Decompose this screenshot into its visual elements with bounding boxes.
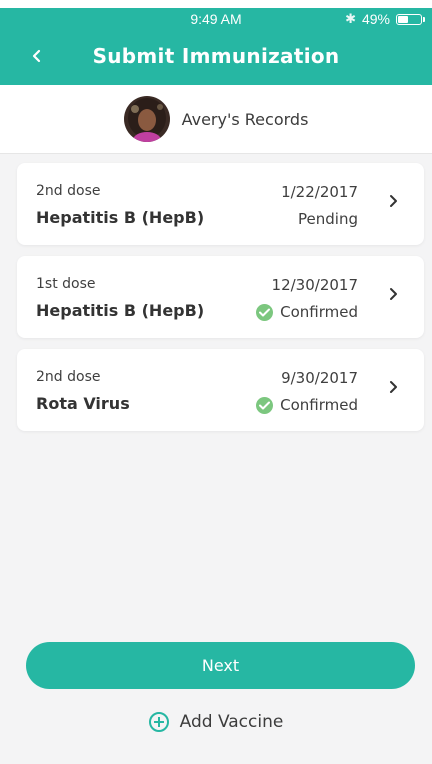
dose-label: 1st dose [36, 276, 96, 292]
page-title: Submit Immunization [92, 44, 340, 68]
record-date: 12/30/2017 [271, 276, 358, 294]
immunization-card[interactable]: 1st dose Hepatitis B (HepB) 12/30/2017 C… [17, 256, 424, 338]
app-header: 9:49 AM ✱ 49% Submit Immunization [0, 8, 432, 85]
add-vaccine-label: Add Vaccine [179, 712, 284, 732]
top-strip [0, 0, 432, 8]
status-text: Confirmed [280, 396, 358, 414]
immunization-card[interactable]: 2nd dose Hepatitis B (HepB) 1/22/2017 Pe… [17, 163, 424, 245]
avatar [123, 96, 170, 142]
profile-bar: Avery's Records [0, 85, 432, 154]
check-circle-icon [256, 396, 274, 414]
record-status: Confirmed [256, 303, 358, 321]
profile-name: Avery's Records [181, 109, 309, 129]
battery-fill [398, 15, 408, 23]
chevron-right-icon [390, 288, 397, 300]
check-circle-icon [256, 303, 274, 321]
vaccine-name: Rota Virus [36, 394, 130, 413]
record-status: Pending [298, 210, 358, 228]
status-indicators: ✱ 49% [345, 11, 425, 27]
vaccine-name: Hepatitis B (HepB) [36, 208, 205, 227]
status-text: Confirmed [280, 303, 358, 321]
record-date: 9/30/2017 [281, 369, 358, 387]
battery-icon [396, 13, 425, 25]
next-button[interactable]: Next [26, 642, 415, 689]
vaccine-name: Hepatitis B (HepB) [36, 301, 205, 320]
record-date: 1/22/2017 [281, 183, 358, 201]
battery-percent: 49% [361, 11, 390, 27]
record-status: Confirmed [256, 396, 358, 414]
immunization-card[interactable]: 2nd dose Rota Virus 9/30/2017 Confirmed [17, 349, 424, 431]
dose-label: 2nd dose [36, 183, 101, 199]
add-vaccine-button[interactable]: Add Vaccine [0, 712, 432, 732]
chevron-right-icon [390, 195, 397, 207]
status-text: Pending [298, 210, 358, 228]
dose-label: 2nd dose [36, 369, 101, 385]
chevron-right-icon [390, 381, 397, 393]
status-bar: 9:49 AM ✱ 49% [0, 8, 432, 30]
immunization-list: 2nd dose Hepatitis B (HepB) 1/22/2017 Pe… [17, 163, 424, 442]
bluetooth-icon: ✱ [345, 11, 356, 26]
plus-circle-icon [148, 712, 169, 732]
